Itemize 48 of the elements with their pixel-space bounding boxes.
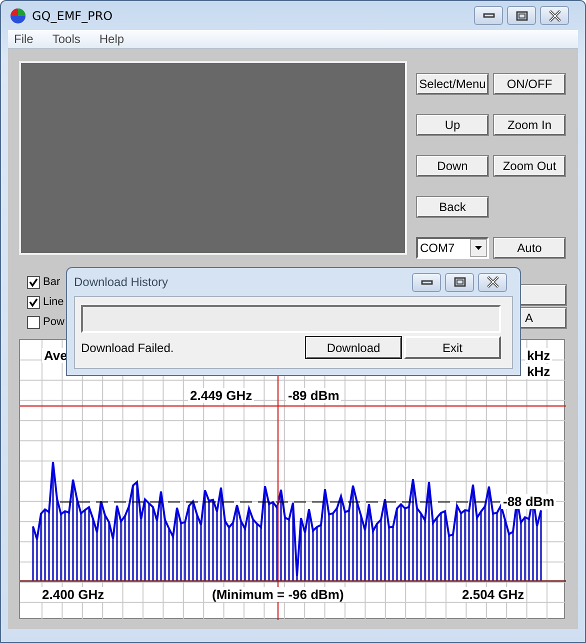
menu-item[interactable]: Tools xyxy=(52,32,80,46)
button[interactable]: Zoom In xyxy=(493,114,566,136)
checkbox[interactable] xyxy=(27,276,40,288)
button[interactable]: Up xyxy=(416,114,489,136)
minimize-button[interactable] xyxy=(474,6,503,25)
checkbox[interactable] xyxy=(27,296,40,308)
check-icon xyxy=(28,276,39,288)
minimize-icon xyxy=(420,280,432,284)
maximize-icon xyxy=(516,10,528,20)
frequency-readout: 2.449 GHz xyxy=(188,388,254,403)
app-icon xyxy=(10,8,26,24)
menu-item[interactable]: Help xyxy=(99,32,124,46)
maximize-button[interactable] xyxy=(445,272,474,292)
checkbox-label: Pow xyxy=(43,316,64,328)
auto-button[interactable]: Auto xyxy=(493,237,566,259)
checkbox-label: Line xyxy=(43,296,64,308)
check-icon xyxy=(28,296,39,308)
unit-label: kHz xyxy=(525,364,552,379)
end-frequency: 2.504 GHz xyxy=(460,587,526,602)
button[interactable]: Back xyxy=(416,196,489,218)
close-button[interactable] xyxy=(540,6,569,25)
unit-label: kHz xyxy=(525,348,552,363)
port-dropdown[interactable]: COM7 xyxy=(416,237,489,259)
minimum-readout: (Minimum = -96 dBm) xyxy=(210,587,346,602)
dropdown-value: COM7 xyxy=(419,241,455,255)
close-button[interactable] xyxy=(478,272,507,292)
minimize-icon xyxy=(482,13,494,18)
button[interactable]: Down xyxy=(416,155,489,177)
menu-item[interactable]: File xyxy=(14,32,34,46)
button[interactable]: Select/Menu xyxy=(416,73,489,95)
status-message: Download Failed. xyxy=(81,340,175,354)
button[interactable]: Download xyxy=(305,336,402,359)
window-title: GQ_EMF_PRO xyxy=(32,8,113,22)
maximize-button[interactable] xyxy=(507,6,536,25)
start-frequency: 2.400 GHz xyxy=(40,587,106,602)
maximize-icon xyxy=(454,277,466,287)
caret-icon xyxy=(475,246,482,250)
close-icon xyxy=(548,10,560,22)
checkbox-label: Bar xyxy=(43,276,60,288)
dialog-title: Download History xyxy=(74,275,168,289)
button[interactable]: Exit xyxy=(404,336,501,359)
button[interactable]: Zoom Out xyxy=(493,155,566,177)
average-readout: -88 dBm xyxy=(501,494,556,509)
minimize-button[interactable] xyxy=(412,272,441,292)
button[interactable]: ON/OFF xyxy=(493,73,566,95)
checkbox[interactable] xyxy=(27,316,40,328)
close-icon xyxy=(486,276,498,288)
level-readout: -89 dBm xyxy=(286,388,342,403)
